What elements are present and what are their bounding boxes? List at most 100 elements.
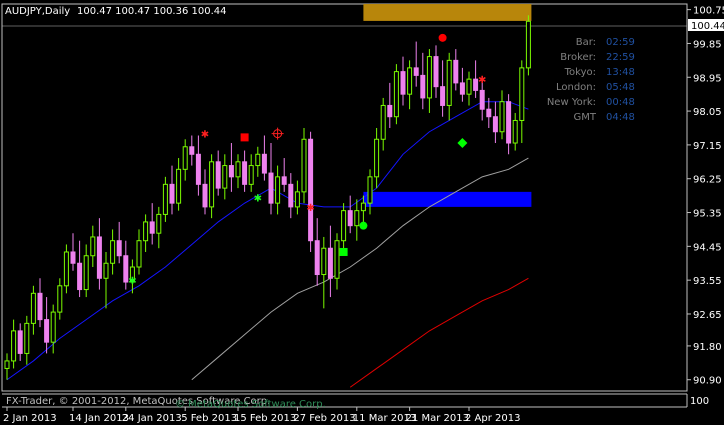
bear-candle <box>492 116 498 133</box>
star-signal-marker: ✱ <box>201 130 209 141</box>
info-value-bar: 02:59 <box>606 37 635 48</box>
bear-candle <box>123 255 129 283</box>
date-tick-label: 15 Feb 2013 <box>234 413 296 424</box>
bull-candle <box>176 168 182 204</box>
bear-candle <box>440 86 446 106</box>
bull-candle <box>334 240 340 279</box>
date-tick-label: 21 Mar 2013 <box>406 413 469 424</box>
bull-candle <box>11 330 17 362</box>
bull-candle <box>156 213 162 234</box>
bear-candle <box>228 165 234 178</box>
bull-candle <box>301 138 307 193</box>
bear-candle <box>70 251 76 264</box>
bull-candle <box>360 202 366 212</box>
bear-candle <box>17 330 23 354</box>
info-label-broker: Broker: <box>560 52 596 63</box>
star-signal-marker: ✱ <box>478 75 486 86</box>
bear-candle <box>96 236 102 279</box>
bull-candle <box>103 262 109 279</box>
bull-candle <box>446 59 452 106</box>
bull-candle <box>367 176 373 204</box>
bear-candle <box>215 161 221 189</box>
info-label-tokyo: Tokyo: <box>564 67 596 78</box>
bull-candle <box>519 67 525 121</box>
bear-candle <box>77 262 83 291</box>
date-tick-label: 14 Jan 2013 <box>69 413 129 424</box>
bear-candle <box>486 108 492 118</box>
bull-candle <box>407 67 413 95</box>
bear-candle <box>387 104 393 118</box>
resistance-zone <box>363 4 532 21</box>
info-label-newyork: New York: <box>547 97 596 108</box>
bull-candle <box>426 56 432 99</box>
bear-candle <box>400 71 406 95</box>
bear-candle <box>506 101 512 144</box>
date-tick-label: 2 Jan 2013 <box>3 413 57 424</box>
bull-candle <box>57 285 63 313</box>
price-tick-label: 95.35 <box>693 209 722 220</box>
star-signal-marker: ✱ <box>254 194 262 205</box>
bear-candle <box>420 74 426 99</box>
bull-candle <box>499 101 505 133</box>
bear-candle <box>116 240 122 257</box>
current-price-label: 100.44 <box>691 21 724 32</box>
footer-overlay-text: © MetaQuotes Software Corp. <box>175 399 326 410</box>
circle-signal-marker <box>359 221 368 230</box>
bull-candle <box>374 138 380 178</box>
info-value-tokyo: 13:48 <box>606 67 635 78</box>
bear-candle <box>347 210 353 227</box>
bull-candle <box>294 191 300 208</box>
date-tick-label: 2 Apr 2013 <box>465 413 520 424</box>
bear-candle <box>473 78 479 91</box>
bear-candle <box>314 240 320 276</box>
bull-candle <box>110 240 116 264</box>
bull-candle <box>90 236 96 257</box>
square-signal-marker <box>339 247 348 256</box>
bear-candle <box>242 161 248 185</box>
price-tick-label: 98.05 <box>693 107 722 118</box>
bull-candle <box>63 251 69 287</box>
bear-candle <box>433 56 439 88</box>
bull-candle <box>321 247 327 276</box>
bear-candle <box>195 153 201 185</box>
bear-candle <box>37 292 43 321</box>
price-tick-label: 94.45 <box>693 242 722 253</box>
date-tick-label: 27 Feb 2013 <box>293 413 355 424</box>
chart-background <box>0 0 724 425</box>
symbol-timeframe-label: AUDJPY,Daily <box>5 6 70 17</box>
bear-candle <box>268 172 274 204</box>
price-tick-label: 98.95 <box>693 73 722 84</box>
bull-candle <box>222 165 228 189</box>
bull-candle <box>380 104 386 140</box>
info-value-gmt: 04:48 <box>606 112 635 123</box>
bull-candle <box>209 161 215 208</box>
price-tick-label: 99.85 <box>693 39 722 50</box>
bear-candle <box>453 59 459 84</box>
bull-candle <box>83 255 89 291</box>
bull-candle <box>24 322 30 354</box>
info-label-london: London: <box>556 82 596 93</box>
bull-candle <box>393 71 399 118</box>
info-label-gmt: GMT <box>574 112 597 123</box>
bull-candle <box>275 176 281 204</box>
square-signal-marker <box>240 133 249 142</box>
bear-candle <box>44 319 50 343</box>
bull-candle <box>466 78 472 95</box>
bull-candle <box>30 292 36 324</box>
bull-candle <box>50 311 56 343</box>
bear-candle <box>308 138 314 242</box>
star-signal-marker: ✱ <box>306 203 314 214</box>
info-label-bar: Bar: <box>576 37 596 48</box>
bull-candle <box>525 20 531 69</box>
price-tick-label: 93.55 <box>693 276 722 287</box>
chart-window[interactable]: 100.75 99.85 98.95 98.05 97.15 96.25 95.35 94.4… <box>0 0 724 425</box>
date-tick-label: 5 Feb 2013 <box>181 413 237 424</box>
bear-candle <box>169 183 175 204</box>
bull-candle <box>4 360 10 369</box>
bear-candle <box>261 153 267 174</box>
bull-candle <box>255 153 261 167</box>
bear-candle <box>413 67 419 76</box>
bull-candle <box>136 240 142 268</box>
info-value-london: 05:48 <box>606 82 635 93</box>
price-tick-label: 97.15 <box>693 141 722 152</box>
